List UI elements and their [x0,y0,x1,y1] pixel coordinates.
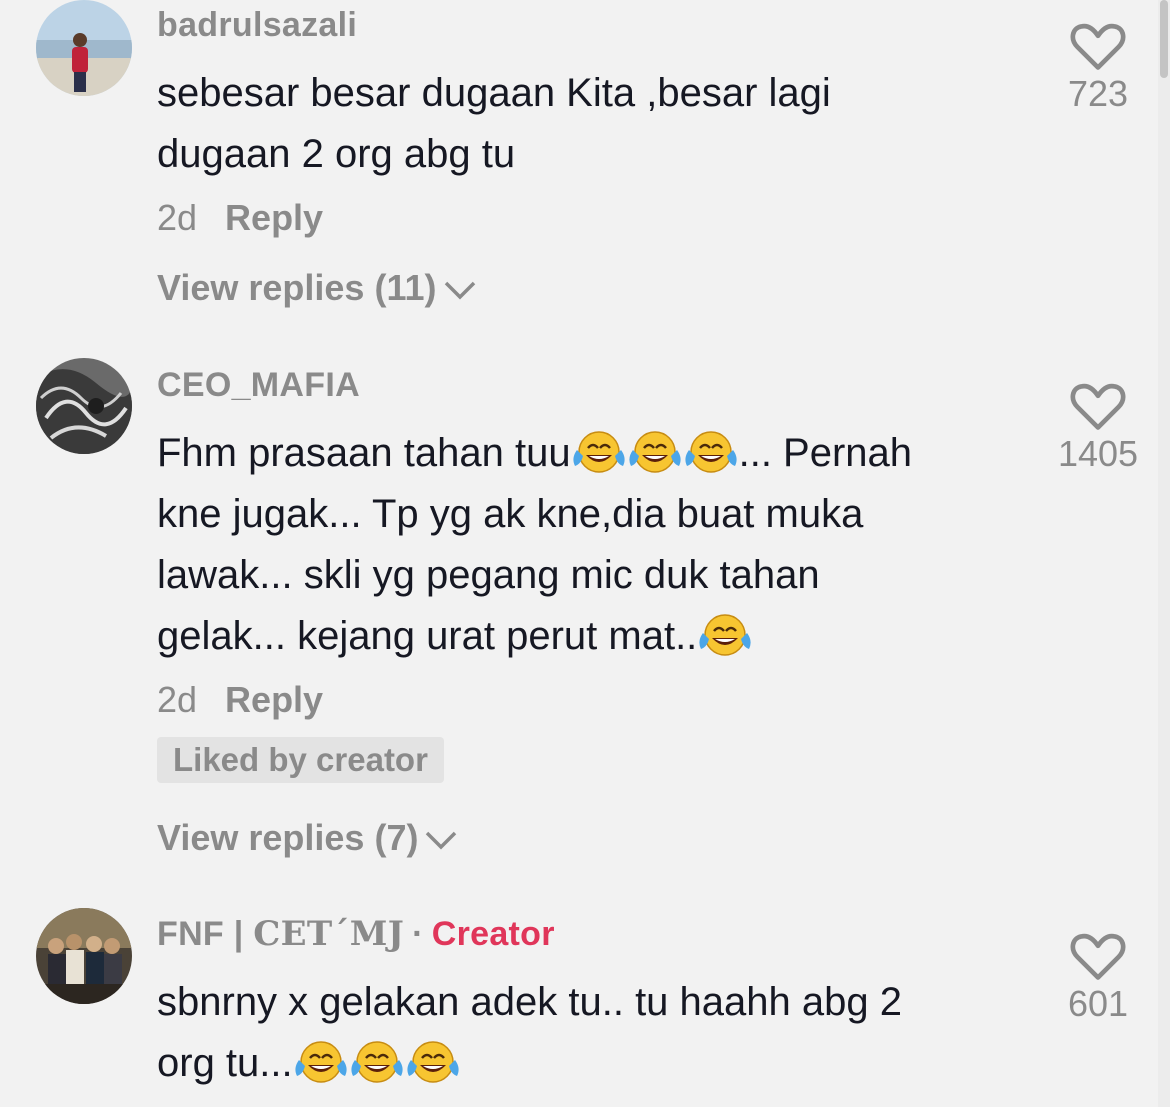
chevron-down-icon [444,282,475,300]
avatar[interactable] [36,0,132,96]
tears-of-joy-emoji [627,430,683,474]
comment-time: 2d [157,197,198,238]
tears-of-joy-emoji [293,1040,349,1084]
comment-text: sbnrny x gelakan adek tu.. tu haahh abg … [157,980,902,1085]
creator-tag: Creator [431,915,555,953]
reply-button[interactable]: Reply [225,197,323,238]
comment-meta: 2d Reply [157,193,1017,243]
view-replies-button[interactable]: View replies (7) [157,815,1017,861]
tears-of-joy-emoji [683,430,739,474]
username[interactable]: FNF | CET´MJ · Creator [157,914,1017,954]
tears-of-joy-emoji [405,1040,461,1084]
scrollbar-thumb[interactable] [1160,0,1168,78]
tears-of-joy-emoji [697,613,753,657]
tears-of-joy-emoji [349,1040,405,1084]
comment-time: 2d [157,679,198,720]
liked-by-creator-badge: Liked by creator [157,737,444,783]
heart-icon[interactable] [1070,932,1126,982]
comment-text: sebesar besar dugaan Kita ,besar lagi du… [157,71,831,176]
tears-of-joy-emoji [571,430,627,474]
heart-icon[interactable] [1070,382,1126,432]
like-section: 1405 [1052,382,1144,474]
scrollbar[interactable] [1158,0,1170,1107]
username[interactable]: CEO_MAFIA [157,365,1017,405]
like-section: 601 [1052,932,1144,1024]
like-count: 601 [1067,983,1129,1024]
reply-button[interactable]: Reply [225,679,323,720]
comment-text: Fhm prasaan tahan tuu... Pernah kne juga… [157,430,913,658]
like-section: 723 [1052,22,1144,114]
heart-icon[interactable] [1070,22,1126,72]
like-count: 1405 [1057,433,1139,474]
chevron-down-icon [426,832,457,850]
view-replies-button[interactable]: View replies (11) [157,265,1017,311]
comment-meta: 2d Reply [157,675,1017,725]
username[interactable]: badrulsazali [157,5,1017,45]
avatar[interactable] [36,908,132,1004]
avatar[interactable] [36,358,132,454]
like-count: 723 [1067,73,1129,114]
separator-dot: · [412,915,424,953]
